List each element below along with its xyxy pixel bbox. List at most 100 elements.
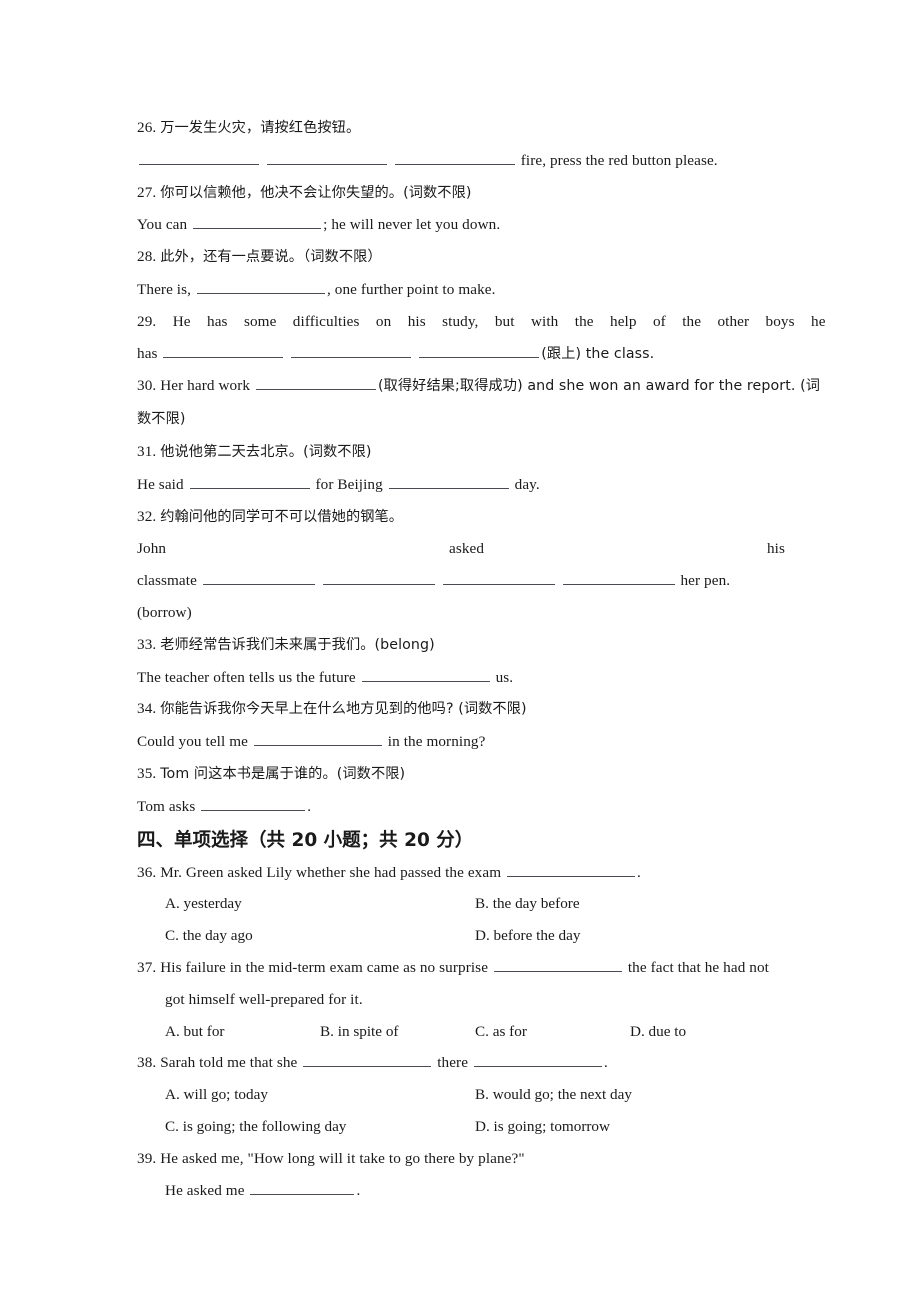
option-b[interactable]: B. would go; the next day — [475, 1079, 632, 1111]
question-33-number: 33. — [137, 635, 157, 653]
option-b[interactable]: B. the day before — [475, 888, 580, 920]
question-31-prefix: He said — [137, 475, 184, 493]
question-35-suffix: . — [307, 797, 312, 815]
question-32-word-his: his — [766, 540, 785, 558]
question-26-prompt-cn: 万一发生火灾，请按红色按钮。 — [160, 120, 361, 136]
answer-blank[interactable] — [266, 150, 387, 165]
answer-blank[interactable] — [291, 343, 412, 358]
question-27-prompt: 27. 你可以信赖他，他决不会让你失望的。(词数不限) — [137, 177, 785, 210]
question-27-prompt-cn: 你可以信赖他，他决不会让你失望的。(词数不限) — [160, 184, 472, 201]
answer-blank[interactable] — [253, 731, 382, 747]
answer-blank[interactable] — [388, 474, 509, 489]
answer-blank[interactable] — [139, 150, 259, 165]
question-36-number: 36. — [137, 863, 157, 881]
question-33-prefix: The teacher often tells us the future — [137, 668, 356, 686]
option-a[interactable]: A. yesterday — [165, 888, 475, 920]
question-31-suffix: day. — [514, 475, 540, 493]
answer-blank[interactable] — [202, 570, 315, 586]
question-36-stem: 36. Mr. Green asked Lily whether she had… — [137, 857, 785, 889]
option-b[interactable]: B. in spite of — [320, 1016, 475, 1048]
question-31-number: 31. — [137, 442, 157, 460]
option-a[interactable]: A. but for — [165, 1016, 320, 1048]
answer-blank[interactable] — [473, 1052, 602, 1068]
question-30-answer-line: 30. Her hard work (取得好结果;取得成功) and she w… — [137, 370, 820, 403]
answer-blank[interactable] — [189, 474, 310, 489]
answer-blank[interactable] — [394, 150, 515, 165]
question-31-answer-line: He said for Beijing day. — [137, 469, 785, 501]
option-d[interactable]: D. due to — [630, 1016, 686, 1048]
option-d[interactable]: D. is going; tomorrow — [475, 1111, 610, 1143]
question-29-number: 29. — [137, 312, 157, 330]
question-27-suffix: ; he will never let you down. — [323, 216, 501, 234]
section-heading-text: 四、单项选择（共 20 小题；共 20 分） — [137, 829, 474, 851]
page-content: 26. 万一发生火灾，请按红色按钮。 fire, press the red b… — [137, 112, 825, 1206]
question-26-prompt: 26. 万一发生火灾，请按红色按钮。 — [137, 112, 785, 145]
question-31-mid: for Beijing — [315, 475, 383, 493]
question-34-prompt: 34. 你能告诉我你今天早上在什么地方见到的他吗? (词数不限) — [137, 693, 785, 726]
option-c[interactable]: C. the day ago — [165, 920, 475, 952]
worksheet-page: 26. 万一发生火灾，请按红色按钮。 fire, press the red b… — [0, 0, 920, 1302]
answer-blank[interactable] — [255, 375, 376, 391]
question-33-prompt-cn: 老师经常告诉我们未来属于我们。(belong) — [160, 636, 435, 653]
question-28-answer-line: There is, , one further point to make. — [137, 274, 785, 306]
answer-blank[interactable] — [193, 214, 322, 230]
question-35-number: 35. — [137, 764, 157, 782]
answer-blank[interactable] — [196, 279, 325, 294]
answer-blank[interactable] — [493, 957, 622, 972]
answer-blank[interactable] — [442, 570, 555, 586]
question-26-answer-line: fire, press the red button please. — [137, 145, 785, 177]
question-33-prompt: 33. 老师经常告诉我们未来属于我们。(belong) — [137, 629, 785, 662]
answer-blank[interactable] — [361, 667, 490, 682]
answer-blank[interactable] — [163, 343, 284, 358]
question-38-stem-before: Sarah told me that she — [160, 1054, 298, 1072]
answer-blank[interactable] — [562, 570, 675, 586]
section-heading-multiple-choice: 四、单项选择（共 20 小题；共 20 分） — [137, 825, 785, 857]
question-28-prompt: 28. 此外，还有一点要说。（词数不限） — [137, 241, 785, 274]
answer-blank[interactable] — [201, 796, 306, 811]
question-32-hint: (borrow) — [137, 597, 785, 629]
question-37-number: 37. — [137, 958, 157, 976]
question-29-prompt-en: He has some difficulties on his study, b… — [172, 312, 826, 330]
question-39-quote: He asked me, "How long will it take to g… — [160, 1149, 525, 1167]
question-29-answer-line: has (跟上) the class. — [137, 338, 785, 371]
question-30-suffix: (取得好结果;取得成功) and she won an award for th… — [377, 378, 820, 395]
question-34-answer-line: Could you tell me in the morning? — [137, 726, 785, 758]
question-32-prompt: 32. 约翰问他的同学可不可以借她的钢笔。 — [137, 501, 785, 534]
question-28-number: 28. — [137, 248, 157, 266]
question-29-prompt: 29. He has some difficulties on his stud… — [137, 306, 825, 338]
question-26-number: 26. — [137, 119, 157, 136]
question-39-number: 39. — [137, 1149, 157, 1167]
answer-blank[interactable] — [507, 862, 636, 877]
question-37-stem: 37. His failure in the mid-term exam cam… — [137, 952, 785, 984]
answer-blank[interactable] — [250, 1180, 355, 1195]
question-27-prefix: You can — [137, 216, 188, 234]
question-30-number: 30. — [137, 377, 157, 395]
question-36-stem-after: . — [637, 863, 641, 881]
answer-blank[interactable] — [303, 1052, 432, 1068]
question-32-justified-line: John asked his — [137, 533, 785, 565]
question-32-answer-line: classmate her pen. — [137, 565, 785, 597]
answer-blank[interactable] — [322, 570, 435, 586]
answer-blank[interactable] — [419, 343, 540, 358]
question-32-prompt-cn: 约翰问他的同学可不可以借她的钢笔。 — [160, 508, 404, 525]
question-32-word-john: John — [137, 540, 167, 558]
question-27-number: 27. — [137, 183, 157, 201]
question-32-suffix: her pen. — [680, 572, 731, 590]
question-36-options-row-1: A. yesterday B. the day before — [137, 888, 785, 920]
question-38-options-row-1: A. will go; today B. would go; the next … — [137, 1079, 785, 1111]
question-38-stem: 38. Sarah told me that she there . — [137, 1047, 785, 1079]
question-34-suffix: in the morning? — [387, 733, 486, 751]
option-d[interactable]: D. before the day — [475, 920, 580, 952]
question-38-options-row-2: C. is going; the following day D. is goi… — [137, 1111, 785, 1143]
question-28-prompt-cn: 此外，还有一点要说。（词数不限） — [160, 249, 382, 266]
option-a[interactable]: A. will go; today — [165, 1079, 475, 1111]
question-30-answer-wrap: 数不限) — [137, 403, 785, 436]
question-28-suffix: , one further point to make. — [326, 280, 496, 298]
option-c[interactable]: C. is going; the following day — [165, 1111, 475, 1143]
question-38-stem-after: . — [603, 1054, 608, 1072]
question-38-stem-mid: there — [437, 1054, 469, 1072]
question-26-tail: fire, press the red button please. — [520, 151, 718, 169]
option-c[interactable]: C. as for — [475, 1016, 630, 1048]
question-28-prefix: There is, — [137, 280, 192, 298]
question-35-prefix: Tom asks — [137, 797, 196, 815]
